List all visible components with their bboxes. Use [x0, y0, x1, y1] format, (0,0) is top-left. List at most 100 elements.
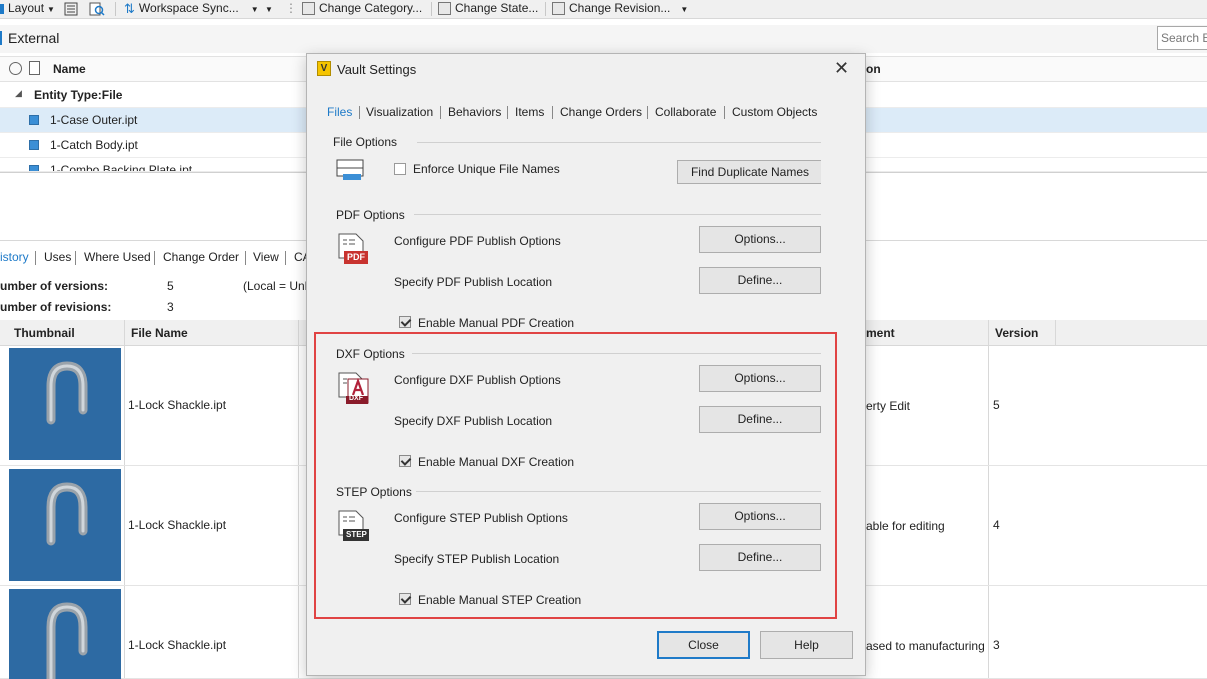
tab-items[interactable]: Items [515, 105, 544, 119]
version-cell: 5 [993, 398, 1000, 412]
tab-change-orders[interactable]: Change Orders [560, 105, 642, 119]
toolbar-overflow-arrow[interactable]: ▼ [265, 0, 273, 18]
tab-separator [154, 251, 155, 265]
tab-separator [647, 106, 648, 119]
toolbar-grip-icon: ⋮ [285, 1, 297, 15]
file-column-icon[interactable] [29, 61, 40, 75]
file-name: 1-Lock Shackle.ipt [128, 518, 227, 532]
column-header-thumbnail[interactable]: Thumbnail [14, 326, 75, 340]
find-icon[interactable] [88, 1, 106, 19]
enforce-unique-checkbox[interactable] [394, 163, 406, 175]
shackle-thumbnail [9, 589, 121, 679]
column-header-version[interactable]: Version [995, 326, 1038, 340]
close-icon[interactable]: ✕ [834, 58, 849, 79]
part-file-icon [29, 165, 39, 171]
tab-uses[interactable]: Uses [44, 250, 71, 264]
revisions-label: umber of revisions: [0, 300, 112, 314]
tab-separator [440, 106, 441, 119]
close-button[interactable]: Close [657, 631, 750, 659]
revision-icon [552, 2, 565, 16]
tab-separator [359, 106, 360, 119]
dropdown-arrow-icon: ▼ [265, 5, 273, 14]
enable-pdf-label: Enable Manual PDF Creation [418, 316, 575, 330]
dropdown-arrow-icon: ▼ [680, 5, 689, 14]
change-state-button[interactable]: Change State... [438, 0, 538, 18]
enforce-unique-label: Enforce Unique File Names [413, 162, 560, 176]
tab-separator [285, 251, 286, 265]
tab-history[interactable]: istory [0, 250, 29, 264]
toolbar-separator [431, 2, 432, 16]
vault-logo-icon: V [317, 61, 331, 76]
tab-behaviors[interactable]: Behaviors [448, 105, 501, 119]
tab-separator [245, 251, 246, 265]
tab-separator [507, 106, 508, 119]
status-column-icon[interactable] [9, 62, 22, 75]
column-header-version[interactable]: on [866, 62, 881, 76]
tab-custom-objects[interactable]: Custom Objects [732, 105, 817, 119]
pdf-location-label: Specify PDF Publish Location [394, 275, 553, 289]
pdf-options-button[interactable]: Options... [699, 226, 821, 253]
group-label: Entity Type:File [34, 88, 123, 102]
sync-icon: ⇅ [124, 0, 135, 16]
tab-visualization[interactable]: Visualization [366, 105, 433, 119]
dialog-title-bar: V Vault Settings ✕ [307, 54, 865, 84]
pdf-icon: PDF [336, 232, 372, 269]
pdf-define-button[interactable]: Define... [699, 267, 821, 294]
file-name: 1-Lock Shackle.ipt [128, 638, 227, 652]
pane-title: External [8, 30, 60, 46]
pane-title-bar: External [0, 25, 1207, 53]
version-cell: 4 [993, 518, 1000, 532]
file-name: 1-Case Outer.ipt [50, 113, 138, 127]
file-options-scroll-area: Enforce Unique File Names Find Duplicate… [333, 158, 821, 184]
tab-collaborate[interactable]: Collaborate [655, 105, 716, 119]
pane-marker [0, 31, 2, 45]
tab-change-order[interactable]: Change Order [163, 250, 239, 264]
version-cell: 3 [993, 638, 1000, 652]
change-revision-button[interactable]: Change Revision... ▼ [552, 0, 688, 18]
tab-separator [75, 251, 76, 265]
dialog-title: Vault Settings [337, 62, 417, 77]
comment-cell: able for editing [866, 519, 945, 533]
shackle-thumbnail [9, 469, 121, 581]
enable-pdf-checkbox[interactable] [399, 316, 411, 328]
toolbar-separator [545, 2, 546, 16]
section-divider [414, 214, 821, 215]
column-header-file-name[interactable]: File Name [131, 326, 188, 340]
part-file-icon [29, 115, 39, 125]
tab-separator [724, 106, 725, 119]
find-duplicates-button[interactable]: Find Duplicate Names [677, 160, 821, 184]
local-note: (Local = Unl [243, 279, 308, 293]
category-icon [302, 2, 315, 16]
layout-menu[interactable]: Layout ▼ [0, 0, 55, 18]
column-header-name[interactable]: Name [53, 62, 86, 76]
list-view-icon[interactable] [63, 1, 79, 19]
comment-cell: erty Edit [866, 399, 911, 413]
tab-separator [35, 251, 36, 265]
column-divider [1055, 320, 1056, 346]
file-name: 1-Catch Body.ipt [50, 138, 138, 152]
tab-view[interactable]: View [253, 250, 279, 264]
tab-where-used[interactable]: Where Used [84, 250, 151, 264]
main-toolbar: Layout ▼ ⇅ Workspace Sync... ▼ ▼ ⋮ Change C… [0, 0, 1207, 19]
part-file-icon [29, 140, 39, 150]
versions-label: umber of versions: [0, 279, 109, 293]
section-divider [417, 142, 821, 143]
file-name: 1-Combo Backing Plate.ipt [50, 163, 193, 172]
pdf-icon-text: PDF [347, 252, 365, 262]
search-input[interactable]: Search Ex [1157, 26, 1207, 50]
configure-pdf-label: Configure PDF Publish Options [394, 234, 561, 248]
column-header-comment[interactable]: ment [866, 326, 895, 340]
collapse-arrow-icon[interactable]: ◢ [15, 88, 22, 99]
dropdown-arrow-icon: ▼ [47, 5, 55, 14]
layout-icon [0, 3, 4, 14]
revisions-value: 3 [167, 300, 174, 314]
change-category-button[interactable]: Change Category... [302, 0, 422, 18]
tab-files[interactable]: Files [327, 105, 352, 119]
help-button[interactable]: Help [760, 631, 853, 659]
file-name: 1-Lock Shackle.ipt [128, 398, 227, 412]
file-options-label: File Options [333, 135, 398, 149]
versions-value: 5 [167, 279, 174, 293]
dropdown-arrow-icon: ▼ [250, 5, 259, 14]
workspace-sync-button[interactable]: ⇅ Workspace Sync... ▼ [124, 0, 259, 18]
pdf-options-label: PDF Options [336, 208, 405, 222]
